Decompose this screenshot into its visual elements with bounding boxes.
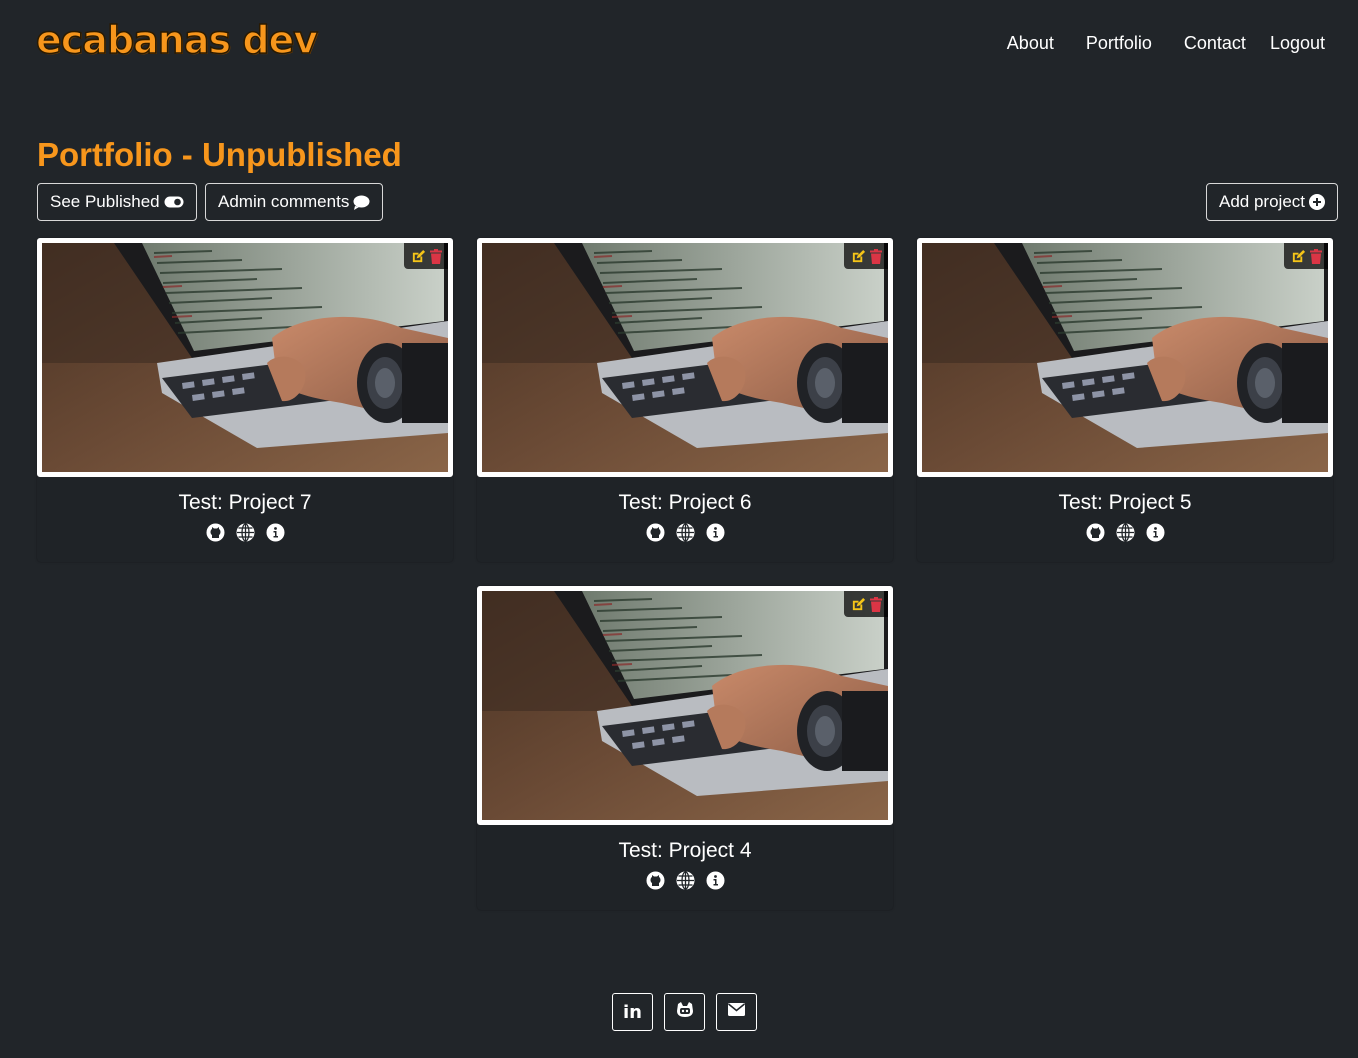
comment-icon — [353, 195, 370, 210]
linkedin-button[interactable]: in — [612, 993, 653, 1031]
project-links — [477, 871, 893, 890]
nav-contact[interactable]: Contact — [1184, 33, 1246, 54]
gitlab-button[interactable] — [664, 993, 705, 1031]
github-icon[interactable] — [646, 523, 665, 542]
project-image[interactable] — [917, 238, 1333, 477]
site-header: ecabanas dev About Portfolio Contact Log… — [0, 0, 1358, 90]
trash-icon[interactable] — [1309, 248, 1322, 264]
project-thumbnail — [482, 591, 888, 820]
edit-icon[interactable] — [851, 249, 866, 264]
info-icon[interactable] — [706, 523, 725, 542]
project-links — [917, 523, 1333, 542]
see-published-button[interactable]: See Published — [37, 183, 197, 221]
edit-icon[interactable] — [851, 597, 866, 612]
see-published-label: See Published — [50, 192, 160, 211]
project-card: Test: Project 4 — [477, 586, 893, 910]
project-thumbnail — [482, 243, 888, 472]
info-icon[interactable] — [266, 523, 285, 542]
project-links — [37, 523, 453, 542]
project-thumbnail — [42, 243, 448, 472]
github-icon[interactable] — [1086, 523, 1105, 542]
nav-about[interactable]: About — [1007, 33, 1054, 54]
project-card: Test: Project 6 — [477, 238, 893, 562]
add-project-button[interactable]: Add project — [1206, 183, 1338, 221]
info-icon[interactable] — [1146, 523, 1165, 542]
card-toolbar — [844, 243, 888, 269]
envelope-icon — [727, 1003, 746, 1021]
edit-icon[interactable] — [1291, 249, 1306, 264]
site-logo[interactable]: ecabanas dev — [35, 17, 319, 63]
trash-icon[interactable] — [429, 248, 442, 264]
toggle-on-icon — [164, 196, 184, 208]
globe-icon[interactable] — [676, 871, 695, 890]
gitlab-icon — [676, 1001, 694, 1023]
card-toolbar — [844, 591, 888, 617]
nav-logout[interactable]: Logout — [1270, 33, 1325, 54]
admin-comments-button[interactable]: Admin comments — [205, 183, 384, 221]
project-title[interactable]: Test: Project 5 — [917, 491, 1333, 515]
globe-icon[interactable] — [236, 523, 255, 542]
trash-icon[interactable] — [869, 248, 882, 264]
project-title[interactable]: Test: Project 7 — [37, 491, 453, 515]
project-title[interactable]: Test: Project 6 — [477, 491, 893, 515]
project-image[interactable] — [37, 238, 453, 477]
project-title[interactable]: Test: Project 4 — [477, 839, 893, 863]
project-image[interactable] — [477, 586, 893, 825]
linkedin-icon: in — [623, 1001, 642, 1023]
github-icon[interactable] — [646, 871, 665, 890]
card-toolbar — [404, 243, 448, 269]
info-icon[interactable] — [706, 871, 725, 890]
project-image[interactable] — [477, 238, 893, 477]
project-thumbnail — [922, 243, 1328, 472]
main-nav: About Portfolio Contact Logout — [1007, 33, 1325, 54]
globe-icon[interactable] — [676, 523, 695, 542]
edit-icon[interactable] — [411, 249, 426, 264]
email-button[interactable] — [716, 993, 757, 1031]
plus-circle-icon — [1309, 194, 1325, 210]
page-title: Portfolio - Unpublished — [37, 136, 402, 173]
nav-portfolio[interactable]: Portfolio — [1086, 33, 1152, 54]
admin-comments-label: Admin comments — [218, 192, 350, 211]
card-toolbar — [1284, 243, 1328, 269]
github-icon[interactable] — [206, 523, 225, 542]
project-card: Test: Project 5 — [917, 238, 1333, 562]
project-links — [477, 523, 893, 542]
globe-icon[interactable] — [1116, 523, 1135, 542]
trash-icon[interactable] — [869, 596, 882, 612]
project-card: Test: Project 7 — [37, 238, 453, 562]
add-project-label: Add project — [1219, 192, 1305, 211]
